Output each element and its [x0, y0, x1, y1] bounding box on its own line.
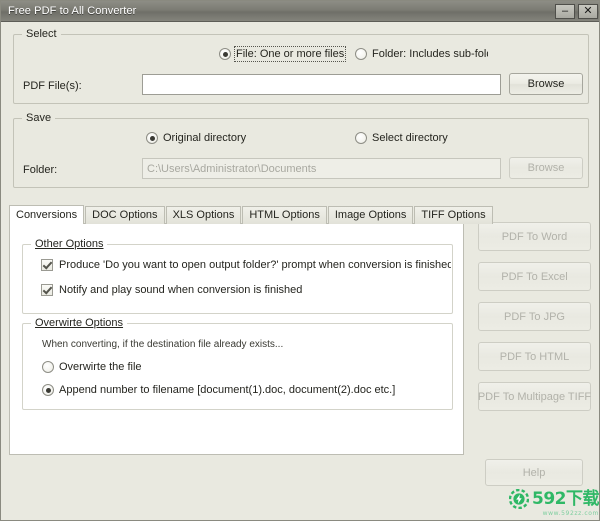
tab-strip: Conversions DOC Options XLS Options HTML…	[9, 205, 493, 224]
radio-overwrite-label: Overwirte the file	[59, 361, 142, 373]
save-browse-button[interactable]: Browse	[509, 157, 583, 179]
title-bar: Free PDF to All Converter – ✕	[1, 1, 599, 22]
tab-panel-conversions: Other Options Produce 'Do you want to op…	[9, 223, 464, 455]
radio-select-directory-label: Select directory	[372, 132, 448, 144]
watermark-url: www.592zz.com	[542, 510, 599, 517]
checkbox-produce-open-folder-prompt[interactable]: Produce 'Do you want to open output fold…	[41, 259, 451, 271]
watermark-main-row: 592下载	[509, 488, 599, 509]
tab-image-options[interactable]: Image Options	[327, 206, 414, 224]
watermark-text: 592下载	[532, 488, 599, 509]
other-options-group: Other Options Produce 'Do you want to op…	[22, 238, 453, 314]
pdf-to-word-button[interactable]: PDF To Word	[478, 222, 591, 251]
minimize-button[interactable]: –	[555, 3, 575, 19]
radio-file-label: File: One or more files	[233, 46, 347, 62]
pdf-files-input[interactable]	[142, 74, 501, 95]
tab-html-options[interactable]: HTML Options	[242, 206, 327, 224]
radio-indicator-icon	[355, 132, 367, 144]
radio-append-label: Append number to filename [document(1).d…	[59, 384, 396, 396]
checkbox-notify-sound-label: Notify and play sound when conversion is…	[59, 284, 303, 296]
overwrite-options-group: Overwirte Options When converting, if th…	[22, 317, 453, 410]
window-title: Free PDF to All Converter	[8, 5, 137, 17]
pdf-to-multipage-tiff-button[interactable]: PDF To Multipage TIFF	[478, 382, 591, 411]
checkbox-notify-play-sound[interactable]: Notify and play sound when conversion is…	[41, 284, 302, 296]
pdf-to-excel-button[interactable]: PDF To Excel	[478, 262, 591, 291]
folder-input[interactable]	[142, 158, 501, 179]
pdf-to-html-button[interactable]: PDF To HTML	[478, 342, 591, 371]
radio-original-directory[interactable]: Original directory	[146, 132, 246, 144]
radio-indicator-icon	[42, 361, 54, 373]
radio-folder-includes-subfolders[interactable]: Folder: Includes sub-folders	[355, 48, 488, 60]
folder-label: Folder:	[23, 164, 58, 176]
save-group: Save Original directory Select directory…	[13, 112, 589, 188]
radio-indicator-icon	[355, 48, 367, 60]
radio-select-directory[interactable]: Select directory	[355, 132, 448, 144]
pdf-to-jpg-button[interactable]: PDF To JPG	[478, 302, 591, 331]
radio-indicator-icon	[42, 384, 54, 396]
radio-indicator-icon	[146, 132, 158, 144]
checkbox-produce-prompt-label: Produce 'Do you want to open output fold…	[59, 259, 451, 271]
produce-prompt-clip: Produce 'Do you want to open output fold…	[41, 259, 451, 277]
pdf-files-label: PDF File(s):	[23, 80, 82, 92]
tab-xls-options[interactable]: XLS Options	[165, 206, 242, 224]
radio-overwrite-the-file[interactable]: Overwirte the file	[42, 361, 142, 373]
radio-folder-clip: Folder: Includes sub-folders	[355, 48, 488, 64]
tab-tiff-options[interactable]: TIFF Options	[414, 206, 493, 224]
radio-indicator-icon	[219, 48, 231, 60]
radio-original-directory-label: Original directory	[163, 132, 247, 144]
help-button[interactable]: Help	[485, 459, 583, 486]
watermark-592-download: 592下载 www.592zz.com	[509, 488, 599, 519]
checkbox-indicator-icon	[41, 284, 53, 296]
select-group: Select File: One or more files Folder: I…	[13, 28, 589, 104]
radio-folder-label: Folder: Includes sub-folders	[372, 48, 488, 60]
select-browse-button[interactable]: Browse	[509, 73, 583, 95]
close-button[interactable]: ✕	[578, 3, 598, 19]
lightning-bolt-circle-icon	[509, 489, 529, 509]
radio-append-number-to-filename[interactable]: Append number to filename [document(1).d…	[42, 384, 395, 396]
overwrite-hint-text: When converting, if the destination file…	[42, 339, 284, 350]
checkbox-indicator-icon	[41, 259, 53, 271]
tab-doc-options[interactable]: DOC Options	[85, 206, 165, 224]
application-window: Free PDF to All Converter – ✕ Select Fil…	[0, 0, 600, 521]
radio-file-one-or-more[interactable]: File: One or more files	[219, 46, 347, 62]
tab-conversions[interactable]: Conversions	[9, 205, 85, 224]
